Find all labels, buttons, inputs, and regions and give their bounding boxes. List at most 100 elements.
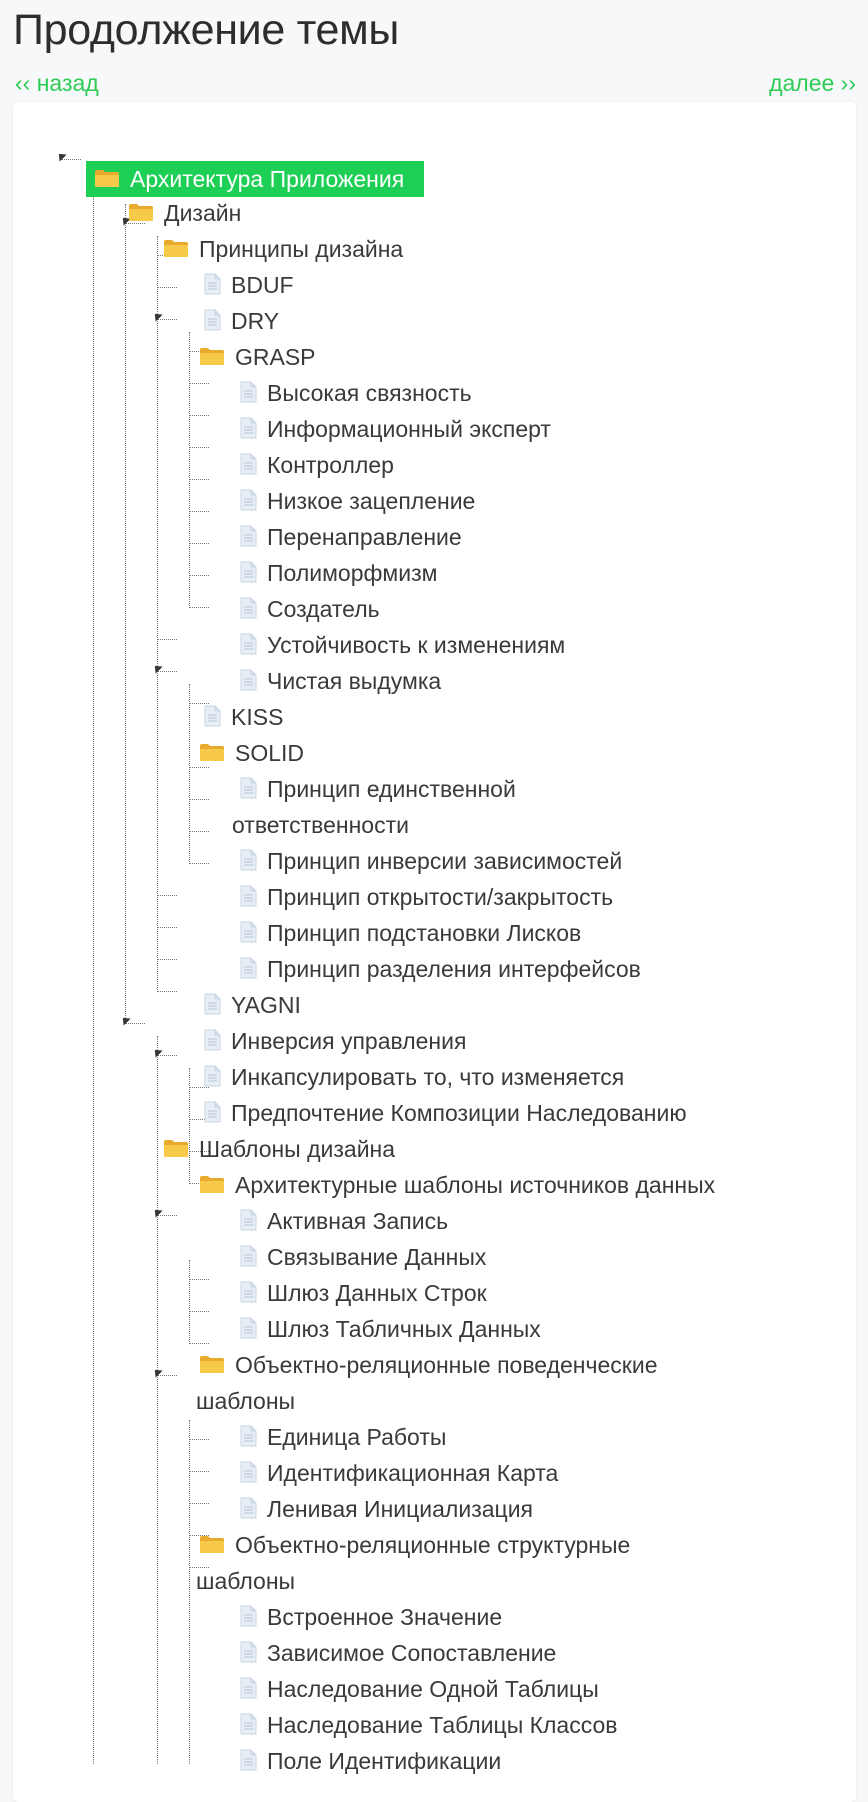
- tree-connector: [189, 383, 209, 384]
- tree-node-leaf[interactable]: Перенаправление: [239, 519, 462, 555]
- file-icon: [203, 273, 221, 295]
- tree-node-label: Шлюз Данных Строк: [267, 1280, 487, 1306]
- tree-node-data-source-patterns[interactable]: Архитектурные шаблоны источников данных: [199, 1167, 715, 1203]
- tree-connector: [157, 991, 177, 992]
- tree-node-leaf[interactable]: Наследование Одной Таблицы: [239, 1671, 599, 1707]
- tree-node-leaf[interactable]: Активная Запись: [239, 1203, 448, 1239]
- tree-node-label: DRY: [231, 308, 280, 334]
- file-icon: [239, 921, 257, 943]
- tree-node-label: Принцип подстановки Лисков: [267, 920, 582, 946]
- tree-connector: [189, 799, 209, 800]
- tree-node-leaf[interactable]: Полиморфмизм: [239, 555, 437, 591]
- tree-node-dry[interactable]: DRY: [203, 303, 279, 339]
- tree-node-leaf[interactable]: Низкое зацепление: [239, 483, 475, 519]
- tree-node-label: YAGNI: [231, 992, 301, 1018]
- tree-connector: [189, 863, 209, 864]
- file-icon: [203, 705, 221, 727]
- tree-node-kiss[interactable]: KISS: [203, 699, 283, 735]
- folder-icon: [199, 1175, 225, 1194]
- tree-node-leaf[interactable]: Инкапсулировать то, что изменяется: [203, 1059, 624, 1095]
- tree-node-root[interactable]: Архитектура Приложения: [86, 161, 425, 197]
- tree-node-leaf[interactable]: Предпочтение Композиции Наследованию: [203, 1095, 687, 1131]
- tree-node-grasp[interactable]: GRASP: [199, 339, 316, 375]
- tree-node-leaf[interactable]: Встроенное Значение: [239, 1599, 502, 1635]
- tree-node-leaf[interactable]: Поле Идентификации: [239, 1743, 501, 1779]
- file-icon: [239, 1677, 257, 1699]
- tree-node-bduf[interactable]: BDUF: [203, 267, 294, 303]
- tree-node-label: Архитектурные шаблоны источников данных: [235, 1172, 716, 1198]
- file-icon: [239, 489, 257, 511]
- tree-node-leaf[interactable]: Принцип единственной: [239, 771, 516, 807]
- tree-connector: [189, 1343, 209, 1344]
- tree-node-leaf[interactable]: Принцип разделения интерфейсов: [239, 951, 641, 987]
- file-icon: [239, 1749, 257, 1771]
- file-icon: [239, 1209, 257, 1231]
- tree-node-leaf[interactable]: YAGNI: [203, 987, 301, 1023]
- tree-node-solid[interactable]: SOLID: [199, 735, 304, 771]
- tree-node-label: Создатель: [267, 596, 380, 622]
- file-icon: [239, 1605, 257, 1627]
- tree-node-leaf[interactable]: Контроллер: [239, 447, 394, 483]
- tree-node-label: Перенаправление: [267, 524, 462, 550]
- tree-node-leaf[interactable]: Высокая связность: [239, 375, 472, 411]
- tree-connector: [157, 1375, 177, 1376]
- tree-node-leaf[interactable]: Принцип открытости/закрытость: [239, 879, 613, 915]
- tree-connector: [189, 1439, 209, 1440]
- tree-connector: [189, 543, 209, 544]
- tree-node-leaf[interactable]: Принцип инверсии зависимостей: [239, 843, 622, 879]
- tree-node-leaf[interactable]: Инверсия управления: [203, 1023, 466, 1059]
- tree-node-leaf[interactable]: Ленивая Инициализация: [239, 1491, 533, 1527]
- tree-node-or-behavioral[interactable]: Объектно-реляционные поведенческие: [199, 1347, 657, 1383]
- tree-connector: [157, 927, 177, 928]
- tree-node-leaf[interactable]: Связывание Данных: [239, 1239, 486, 1275]
- tree-node-leaf[interactable]: Информационный эксперт: [239, 411, 551, 447]
- tree-node-design-patterns[interactable]: Шаблоны дизайна: [163, 1131, 395, 1167]
- tree-node-label: Встроенное Значение: [267, 1604, 503, 1630]
- file-icon: [239, 597, 257, 619]
- tree-node-leaf[interactable]: Идентификационная Карта: [239, 1455, 558, 1491]
- tree-node-leaf[interactable]: Наследование Таблицы Классов: [239, 1707, 618, 1743]
- tree-connector: [157, 1055, 177, 1056]
- tree-node-label: Принцип открытости/закрытость: [267, 884, 614, 910]
- tree-node-label: Инкапсулировать то, что изменяется: [231, 1064, 625, 1090]
- file-icon: [239, 1245, 257, 1267]
- tree-node-leaf[interactable]: Чистая выдумка: [239, 663, 441, 699]
- tree-guide: [189, 684, 190, 864]
- file-icon: [239, 1497, 257, 1519]
- tree-node-label: Поле Идентификации: [267, 1748, 502, 1774]
- tree-connector: [157, 1215, 177, 1216]
- tree-node-leaf[interactable]: Единица Работы: [239, 1419, 446, 1455]
- tree-connector: [189, 1503, 209, 1504]
- file-icon: [239, 633, 257, 655]
- tree-node-label: KISS: [231, 704, 284, 730]
- tree-connector: [157, 671, 177, 672]
- folder-icon: [199, 1355, 225, 1374]
- file-icon: [239, 381, 257, 403]
- tree-node-leaf[interactable]: Шлюз Данных Строк: [239, 1275, 487, 1311]
- tree-node-leaf[interactable]: Зависимое Сопоставление: [239, 1635, 556, 1671]
- file-icon: [239, 1641, 257, 1663]
- tree-connector: [189, 831, 209, 832]
- file-icon: [239, 453, 257, 475]
- tree-node-leaf[interactable]: Устойчивость к изменениям: [239, 627, 565, 663]
- tree-node-design-principles[interactable]: Принципы дизайна: [163, 231, 403, 267]
- tree-node-label: Связывание Данных: [267, 1244, 487, 1270]
- tree-connector: [189, 607, 209, 608]
- tree-node-or-structural[interactable]: Объектно-реляционные структурные: [199, 1527, 630, 1563]
- tree-node-label: Зависимое Сопоставление: [267, 1640, 557, 1666]
- folder-icon: [199, 743, 225, 762]
- tree-node-leaf[interactable]: Шлюз Табличных Данных: [239, 1311, 541, 1347]
- tree-node-label: Объектно-реляционные поведенческие: [235, 1352, 658, 1378]
- tree-connector: [125, 1023, 145, 1024]
- tree-node-label: Принцип инверсии зависимостей: [267, 848, 623, 874]
- tree-node-label: Шлюз Табличных Данных: [267, 1316, 541, 1342]
- file-icon: [203, 993, 221, 1015]
- file-icon: [203, 1101, 221, 1123]
- tree-node-leaf[interactable]: Создатель: [239, 591, 380, 627]
- tree-guide: [157, 236, 158, 992]
- tree-connector: [189, 1471, 209, 1472]
- tree-node-design[interactable]: Дизайн: [128, 195, 241, 231]
- tree-connector: [189, 447, 209, 448]
- folder-icon: [199, 1535, 225, 1554]
- tree-node-leaf[interactable]: Принцип подстановки Лисков: [239, 915, 581, 951]
